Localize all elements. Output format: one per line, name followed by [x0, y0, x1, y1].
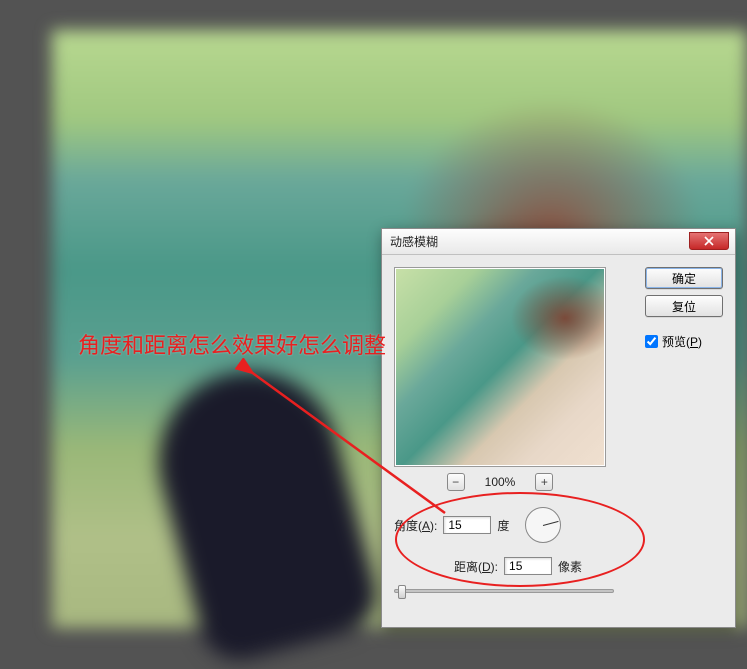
- zoom-in-button[interactable]: +: [535, 473, 553, 491]
- dialog-titlebar[interactable]: 动感模糊: [382, 229, 735, 255]
- close-icon: [704, 236, 714, 246]
- angle-unit: 度: [497, 517, 509, 534]
- dialog-body: − 100% + 角度(A): 度: [382, 255, 735, 627]
- plus-icon: +: [541, 475, 548, 489]
- distance-row: 距离(D): 像素: [454, 557, 634, 575]
- slider-thumb[interactable]: [398, 585, 406, 599]
- angle-label: 角度(A):: [394, 517, 437, 534]
- minus-icon: −: [452, 475, 459, 489]
- zoom-out-button[interactable]: −: [447, 473, 465, 491]
- preview-image[interactable]: [394, 267, 606, 467]
- zoom-controls: − 100% +: [394, 473, 606, 491]
- close-button[interactable]: [689, 232, 729, 250]
- distance-label: 距离(D):: [454, 558, 498, 575]
- app-canvas: 角度和距离怎么效果好怎么调整 动感模糊 −: [0, 0, 747, 628]
- distance-slider[interactable]: [394, 589, 614, 593]
- dialog-side-buttons: 确定 复位 预览(P): [645, 267, 723, 350]
- dialog-title: 动感模糊: [390, 233, 438, 250]
- zoom-level: 100%: [485, 475, 516, 489]
- angle-input[interactable]: [443, 516, 491, 534]
- distance-input[interactable]: [504, 557, 552, 575]
- filter-controls: 角度(A): 度 距离(D): 像素: [394, 507, 634, 593]
- reset-button[interactable]: 复位: [645, 295, 723, 317]
- preview-checkbox[interactable]: [645, 335, 658, 348]
- distance-unit: 像素: [558, 558, 582, 575]
- angle-row: 角度(A): 度: [394, 507, 634, 543]
- motion-blur-dialog: 动感模糊 − 100% +: [381, 228, 736, 628]
- ok-button[interactable]: 确定: [645, 267, 723, 289]
- angle-dial[interactable]: [525, 507, 561, 543]
- preview-checkbox-label: 预览(P): [662, 333, 702, 350]
- annotation-text: 角度和距离怎么效果好怎么调整: [78, 328, 386, 360]
- preview-checkbox-row[interactable]: 预览(P): [645, 333, 723, 350]
